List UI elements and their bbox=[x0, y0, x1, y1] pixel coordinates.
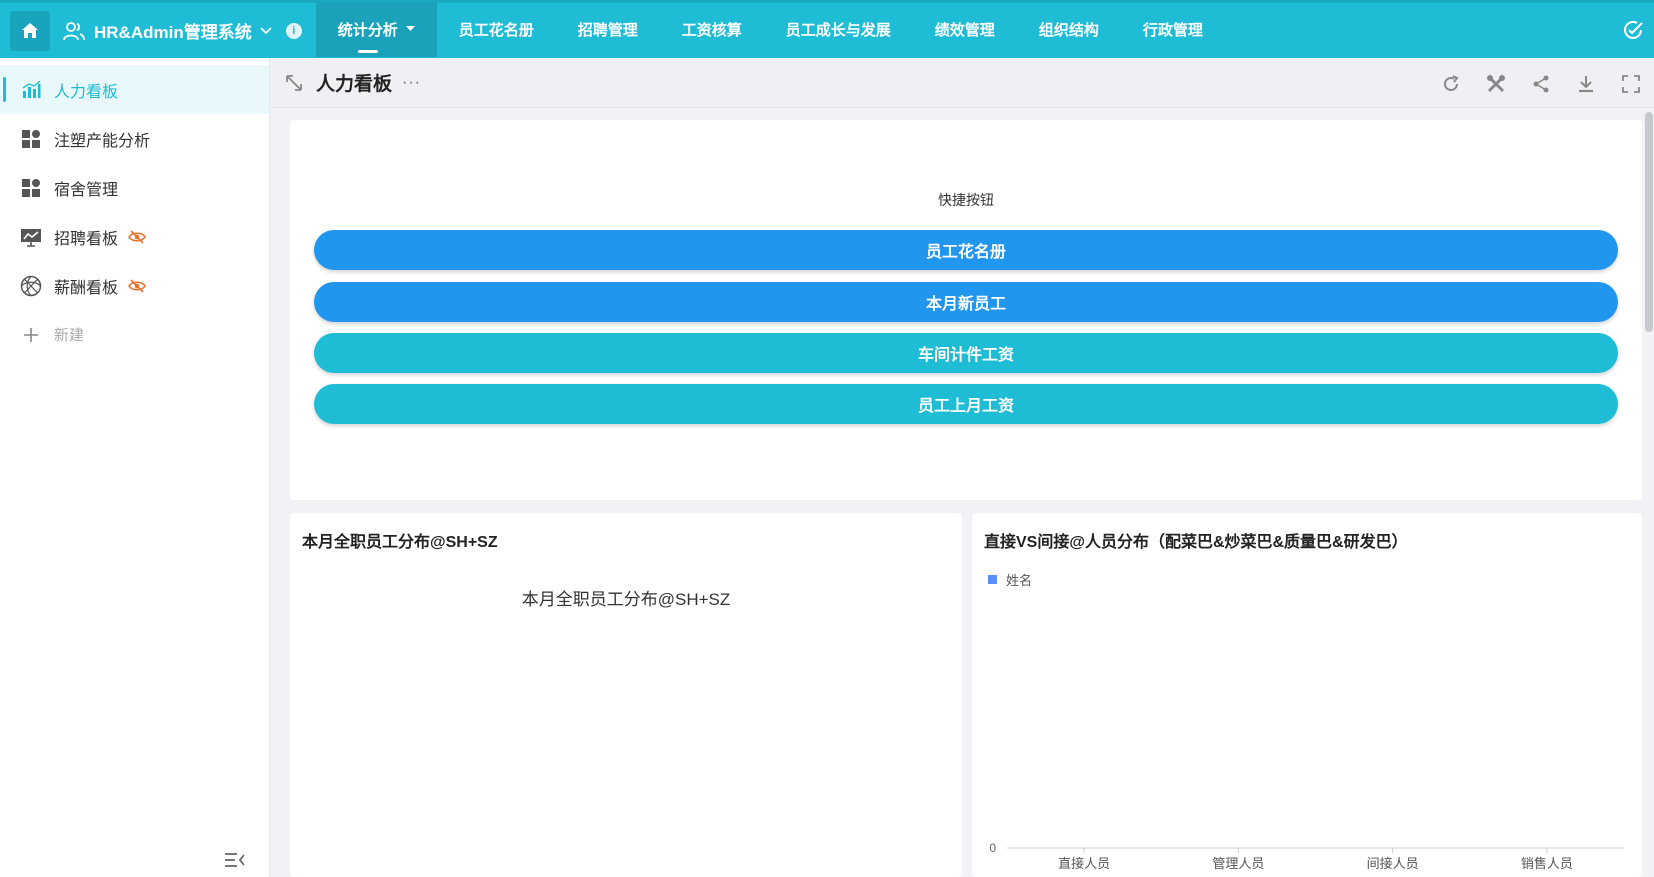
x-tick-label: 销售人员 bbox=[1521, 856, 1573, 871]
page-header: 人力看板 ··· bbox=[271, 58, 1654, 108]
nav-item-roster[interactable]: 员工花名册 bbox=[437, 2, 556, 57]
page-title: 人力看板 bbox=[316, 74, 393, 95]
expand-arrows-icon[interactable] bbox=[284, 73, 304, 93]
fullscreen-icon[interactable] bbox=[1618, 71, 1644, 97]
app-switcher[interactable]: HR&Admin管理系统 bbox=[62, 18, 272, 43]
sidebar-item-injection[interactable]: 注塑产能分析 bbox=[0, 114, 269, 163]
nav-item-recruitment[interactable]: 招聘管理 bbox=[556, 2, 660, 57]
tools-icon[interactable] bbox=[1483, 71, 1509, 97]
bar-chart: 0 直接人员 管理人员 间接人员 销售人员 bbox=[989, 841, 1624, 871]
main-nav: 统计分析 员工花名册 招聘管理 工资核算 员工成长与发展 绩效管理 组织结构 行… bbox=[315, 1, 1225, 60]
more-menu-button[interactable]: ··· bbox=[402, 74, 421, 92]
dashboard-icon bbox=[20, 177, 42, 199]
nav-item-growth[interactable]: 员工成长与发展 bbox=[764, 2, 913, 57]
sidebar-item-recruit-board[interactable]: 招聘看板 bbox=[0, 212, 269, 261]
employee-distribution-panel: 本月全职员工分布@SH+SZ 本月全职员工分布@SH+SZ bbox=[290, 513, 962, 877]
shortcut-button-piecework-pay[interactable]: 车间计件工资 bbox=[314, 333, 1618, 373]
x-tick-label: 管理人员 bbox=[1212, 856, 1264, 871]
trend-board-icon bbox=[20, 226, 42, 248]
shortcut-title: 快捷按钮 bbox=[938, 192, 994, 208]
shortcut-button-new-employees[interactable]: 本月新员工 bbox=[314, 282, 1618, 322]
top-navigation-bar: HR&Admin管理系统 i 统计分析 员工花名册 招聘管理 工资核算 员工成长… bbox=[0, 0, 1654, 58]
caret-down-icon bbox=[405, 26, 415, 31]
aperture-icon bbox=[20, 275, 42, 297]
x-tick-label: 直接人员 bbox=[1058, 856, 1110, 871]
nav-item-org[interactable]: 组织结构 bbox=[1017, 2, 1121, 57]
refresh-icon[interactable] bbox=[1438, 71, 1464, 97]
x-tick-label: 间接人员 bbox=[1367, 856, 1419, 871]
shortcut-panel: 快捷按钮 员工花名册 本月新员工 车间计件工资 员工上月工资 bbox=[290, 120, 1642, 500]
users-icon bbox=[63, 21, 85, 40]
info-icon[interactable]: i bbox=[285, 22, 302, 39]
app-title: HR&Admin管理系统 bbox=[94, 23, 252, 42]
share-icon[interactable] bbox=[1528, 71, 1554, 97]
scrollbar-thumb[interactable] bbox=[1645, 112, 1653, 332]
sidebar-new-button[interactable]: 新建 bbox=[0, 310, 269, 359]
chevron-down-icon bbox=[260, 26, 272, 34]
shortcut-button-roster[interactable]: 员工花名册 bbox=[314, 230, 1618, 270]
download-icon[interactable] bbox=[1573, 71, 1599, 97]
check-circle-icon[interactable] bbox=[1622, 19, 1644, 41]
nav-item-admin[interactable]: 行政管理 bbox=[1121, 2, 1225, 57]
home-icon bbox=[22, 22, 38, 38]
chart-title: 本月全职员工分布@SH+SZ bbox=[302, 534, 498, 551]
eye-off-icon bbox=[128, 278, 146, 293]
nav-item-payroll[interactable]: 工资核算 bbox=[660, 2, 764, 57]
nav-item-performance[interactable]: 绩效管理 bbox=[913, 2, 1017, 57]
dashboard-icon bbox=[20, 128, 42, 150]
eye-off-icon bbox=[128, 229, 146, 244]
shortcut-button-last-month-pay[interactable]: 员工上月工资 bbox=[314, 384, 1618, 424]
bar-chart-icon bbox=[20, 79, 42, 101]
collapse-sidebar-icon[interactable] bbox=[224, 851, 246, 869]
direct-indirect-chart-panel: 直接VS间接@人员分布（配菜巴&炒菜巴&质量巴&研发巴） 姓名 0 直接人员 管理人… bbox=[972, 513, 1642, 877]
sidebar: 人力看板 注塑产能分析 宿舍管理 招聘看板 薪酬看板 新建 bbox=[0, 58, 270, 877]
sidebar-item-salary-board[interactable]: 薪酬看板 bbox=[0, 261, 269, 310]
plus-icon bbox=[20, 324, 42, 346]
y-tick-label: 0 bbox=[989, 841, 996, 855]
home-button[interactable] bbox=[10, 10, 50, 51]
sidebar-item-dormitory[interactable]: 宿舍管理 bbox=[0, 163, 269, 212]
chart-subtitle: 本月全职员工分布@SH+SZ bbox=[521, 590, 731, 609]
header-actions bbox=[1419, 71, 1644, 97]
sidebar-item-hr-board[interactable]: 人力看板 bbox=[0, 65, 269, 114]
nav-item-statistics[interactable]: 统计分析 bbox=[315, 1, 437, 57]
